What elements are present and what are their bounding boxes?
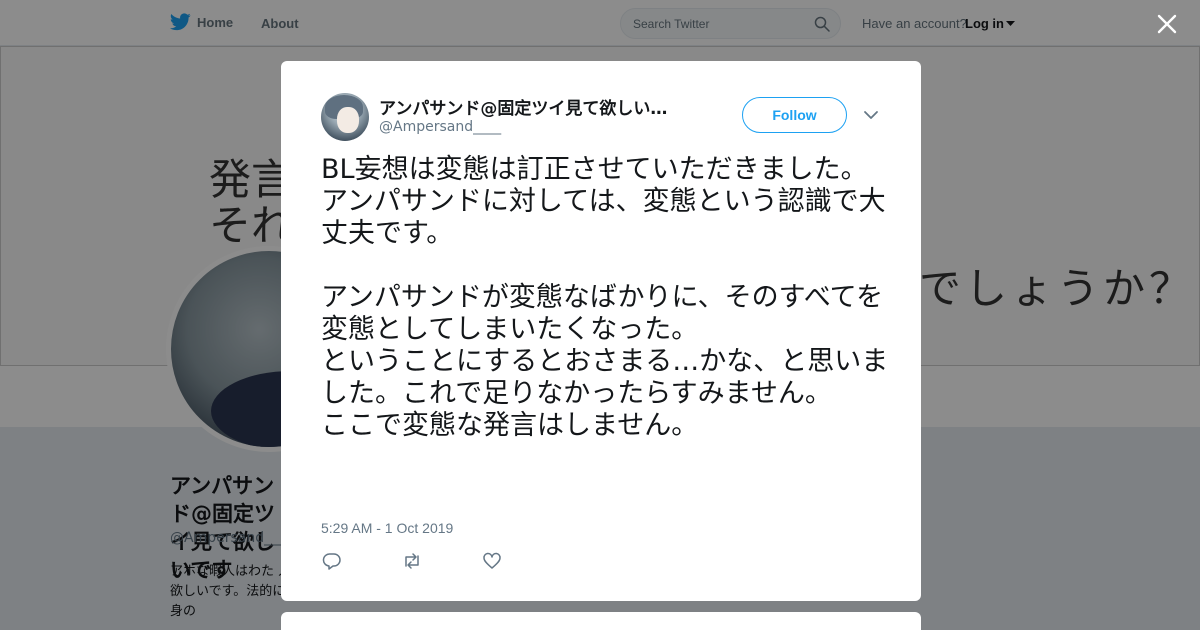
tweet-handle[interactable]: @Ampersand____ xyxy=(379,119,501,135)
retweet-icon[interactable] xyxy=(402,552,422,570)
tweet-timestamp[interactable]: 5:29 AM - 1 Oct 2019 xyxy=(321,520,453,536)
next-card-edge xyxy=(281,612,921,630)
tweet-card: アンパサンド@固定ツイ見て欲しい… @Ampersand____ Follow … xyxy=(281,61,921,601)
tweet-text: BL妄想は変態は訂正させていただきました。 アンパサンドに対しては、変態という認… xyxy=(321,154,889,441)
tweet-avatar[interactable] xyxy=(321,93,369,141)
close-icon[interactable] xyxy=(1155,12,1179,36)
chevron-down-icon[interactable] xyxy=(863,108,879,122)
reply-icon[interactable] xyxy=(322,552,342,570)
heart-icon[interactable] xyxy=(482,552,502,570)
follow-button[interactable]: Follow xyxy=(742,97,847,133)
tweet-display-name[interactable]: アンパサンド@固定ツイ見て欲しい… xyxy=(379,94,667,119)
